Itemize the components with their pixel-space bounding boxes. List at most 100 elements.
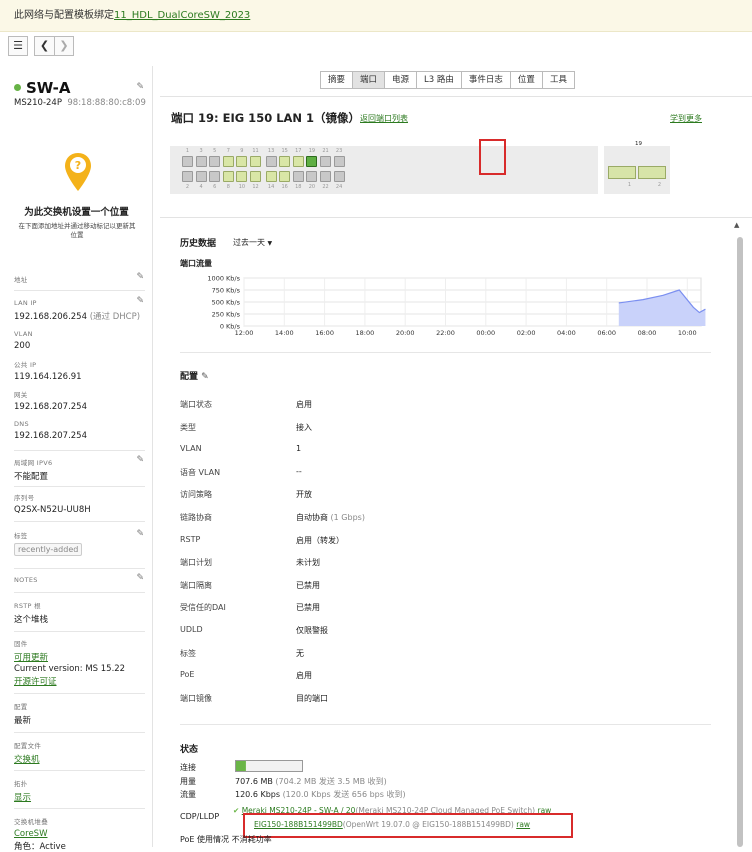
config-template-banner: 此网络与配置模板绑定11_HDL_DualCoreSW_2023 bbox=[0, 0, 752, 32]
tab-power[interactable]: 电源 bbox=[385, 71, 418, 89]
config-value: 启用 bbox=[296, 671, 312, 681]
sfp-port[interactable] bbox=[638, 166, 666, 179]
switch-port[interactable] bbox=[279, 171, 291, 182]
config-value: 1 bbox=[296, 444, 302, 454]
template-link[interactable]: 11_HDL_DualCoreSW_2023 bbox=[114, 10, 250, 21]
sfp-port[interactable] bbox=[608, 166, 636, 179]
switch-port[interactable] bbox=[182, 171, 193, 182]
status-title: 状态 bbox=[180, 745, 199, 755]
stack-link[interactable]: CoreSW bbox=[14, 829, 47, 839]
switch-port[interactable] bbox=[182, 156, 193, 167]
serial-field: 序列号 Q2SX-N52U-UU8H bbox=[14, 494, 91, 515]
config-key: 访问策略 bbox=[180, 490, 212, 500]
config-value: 启用（转发） bbox=[296, 535, 344, 545]
sfp-port-number: 1 bbox=[627, 182, 632, 188]
main-panel: 摘要 端口 电源 L3 路由 事件日志 位置 工具 端口 19: EIG 150… bbox=[160, 66, 752, 847]
switch-port[interactable] bbox=[222, 171, 234, 182]
x-tick-label: 18:00 bbox=[356, 329, 375, 337]
port-number: 2 bbox=[185, 184, 190, 190]
edit-ipv6-icon[interactable]: ✎ bbox=[136, 455, 144, 465]
chevron-left-icon[interactable]: ❮ bbox=[34, 36, 54, 56]
back-to-port-list-link[interactable]: 返回端口列表 bbox=[360, 113, 408, 124]
firmware-update-link[interactable]: 可用更新 bbox=[14, 653, 48, 663]
x-tick-label: 02:00 bbox=[517, 329, 536, 337]
switch-port[interactable] bbox=[306, 171, 318, 182]
config-key: 受信任的DAI bbox=[180, 603, 226, 613]
tab-summary[interactable]: 摘要 bbox=[320, 71, 354, 89]
switch-port[interactable] bbox=[209, 171, 221, 182]
switch-port[interactable] bbox=[292, 171, 304, 182]
port-number: 16 bbox=[281, 184, 288, 190]
edit-name-icon[interactable]: ✎ bbox=[136, 82, 144, 92]
switch-port[interactable] bbox=[265, 156, 277, 167]
switch-port[interactable] bbox=[320, 171, 331, 182]
firmware-field: 固件 可用更新 Current version: MS 15.22 开源许可证 bbox=[14, 640, 126, 687]
tab-event-log[interactable]: 事件日志 bbox=[461, 71, 511, 89]
tab-ports[interactable]: 端口 bbox=[353, 71, 386, 89]
switch-port[interactable] bbox=[222, 156, 234, 167]
dns-field: DNS 192.168.207.254 bbox=[14, 420, 88, 441]
port-number: 19 bbox=[308, 148, 316, 154]
edit-address-icon[interactable]: ✎ bbox=[136, 272, 144, 282]
config-value: 未计划 bbox=[296, 558, 320, 568]
switch-port[interactable] bbox=[320, 156, 331, 167]
scrollbar[interactable]: ▲ bbox=[734, 221, 744, 847]
history-range-select[interactable]: 过去一天 ▼ bbox=[233, 237, 272, 248]
switch-port[interactable] bbox=[292, 156, 304, 167]
license-link[interactable]: 开源许可证 bbox=[14, 677, 57, 687]
config-value: 已禁用 bbox=[296, 603, 320, 613]
topology-link[interactable]: 显示 bbox=[14, 793, 31, 803]
switch-port[interactable] bbox=[236, 156, 248, 167]
switch-port[interactable] bbox=[195, 171, 207, 182]
chevron-right-icon[interactable]: ❯ bbox=[54, 36, 74, 56]
learn-more-link[interactable]: 学到更多 bbox=[670, 113, 702, 124]
port-number: 9 bbox=[240, 148, 244, 154]
switch-port[interactable] bbox=[279, 156, 291, 167]
switch-port[interactable] bbox=[333, 156, 345, 167]
tab-location[interactable]: 位置 bbox=[510, 71, 543, 89]
switch-port[interactable] bbox=[195, 156, 207, 167]
scrollbar-thumb[interactable] bbox=[737, 237, 743, 847]
tab-bar: 摘要 端口 电源 L3 路由 事件日志 位置 工具 bbox=[320, 71, 575, 89]
banner-text: 此网络与配置模板绑定 bbox=[14, 10, 114, 21]
config-key: PoE bbox=[180, 670, 195, 680]
list-icon[interactable]: ☰ bbox=[8, 36, 28, 56]
port-number: 17 bbox=[295, 148, 302, 154]
config-value: 目的端口 bbox=[296, 693, 328, 703]
sfp-port-panel: 12 bbox=[604, 146, 670, 194]
switch-port[interactable] bbox=[236, 171, 248, 182]
caret-down-icon: ▼ bbox=[267, 240, 273, 247]
switch-port[interactable] bbox=[306, 156, 318, 167]
chart-title: 端口流量 bbox=[180, 259, 212, 268]
port-number: 20 bbox=[308, 184, 316, 190]
edit-notes-icon[interactable]: ✎ bbox=[136, 573, 144, 583]
switch-port[interactable] bbox=[333, 171, 345, 182]
device-model: MS210-24P 98:18:88:80:c8:09 bbox=[14, 98, 146, 108]
tags-field: 标签 recently-added bbox=[14, 530, 145, 556]
tab-l3-routing[interactable]: L3 路由 bbox=[417, 71, 462, 89]
switch-port[interactable] bbox=[250, 156, 261, 167]
edit-lan-ip-icon[interactable]: ✎ bbox=[136, 296, 144, 306]
ipv6-field: 局域网 IPV6 不能配置 bbox=[14, 459, 53, 482]
address-field[interactable]: 地址 bbox=[14, 274, 145, 284]
port-number: 1 bbox=[185, 148, 190, 154]
status-dot bbox=[14, 84, 21, 91]
link-bar bbox=[235, 760, 303, 772]
tag-chip[interactable]: recently-added bbox=[14, 543, 83, 556]
sfp-port-number: 2 bbox=[657, 182, 662, 188]
y-tick-label: 1000 Kb/s bbox=[207, 275, 240, 283]
switch-port[interactable] bbox=[209, 156, 221, 167]
edit-config-icon[interactable]: ✎ bbox=[201, 372, 209, 382]
scroll-up-icon[interactable]: ▲ bbox=[734, 221, 739, 229]
tab-tools[interactable]: 工具 bbox=[542, 71, 575, 89]
config-file-link[interactable]: 交换机 bbox=[14, 755, 40, 765]
config-title: 配置 ✎ bbox=[180, 372, 209, 382]
switch-port[interactable] bbox=[250, 171, 261, 182]
y-tick-label: 750 Kb/s bbox=[212, 287, 241, 295]
edit-tags-icon[interactable]: ✎ bbox=[136, 529, 144, 539]
config-key: 类型 bbox=[180, 422, 196, 432]
x-tick-label: 16:00 bbox=[315, 329, 334, 337]
switch-port[interactable] bbox=[265, 171, 277, 182]
config-value: 自动协商 (1 Gbps) bbox=[296, 513, 365, 522]
selected-port-highlight: 19 bbox=[479, 139, 642, 175]
